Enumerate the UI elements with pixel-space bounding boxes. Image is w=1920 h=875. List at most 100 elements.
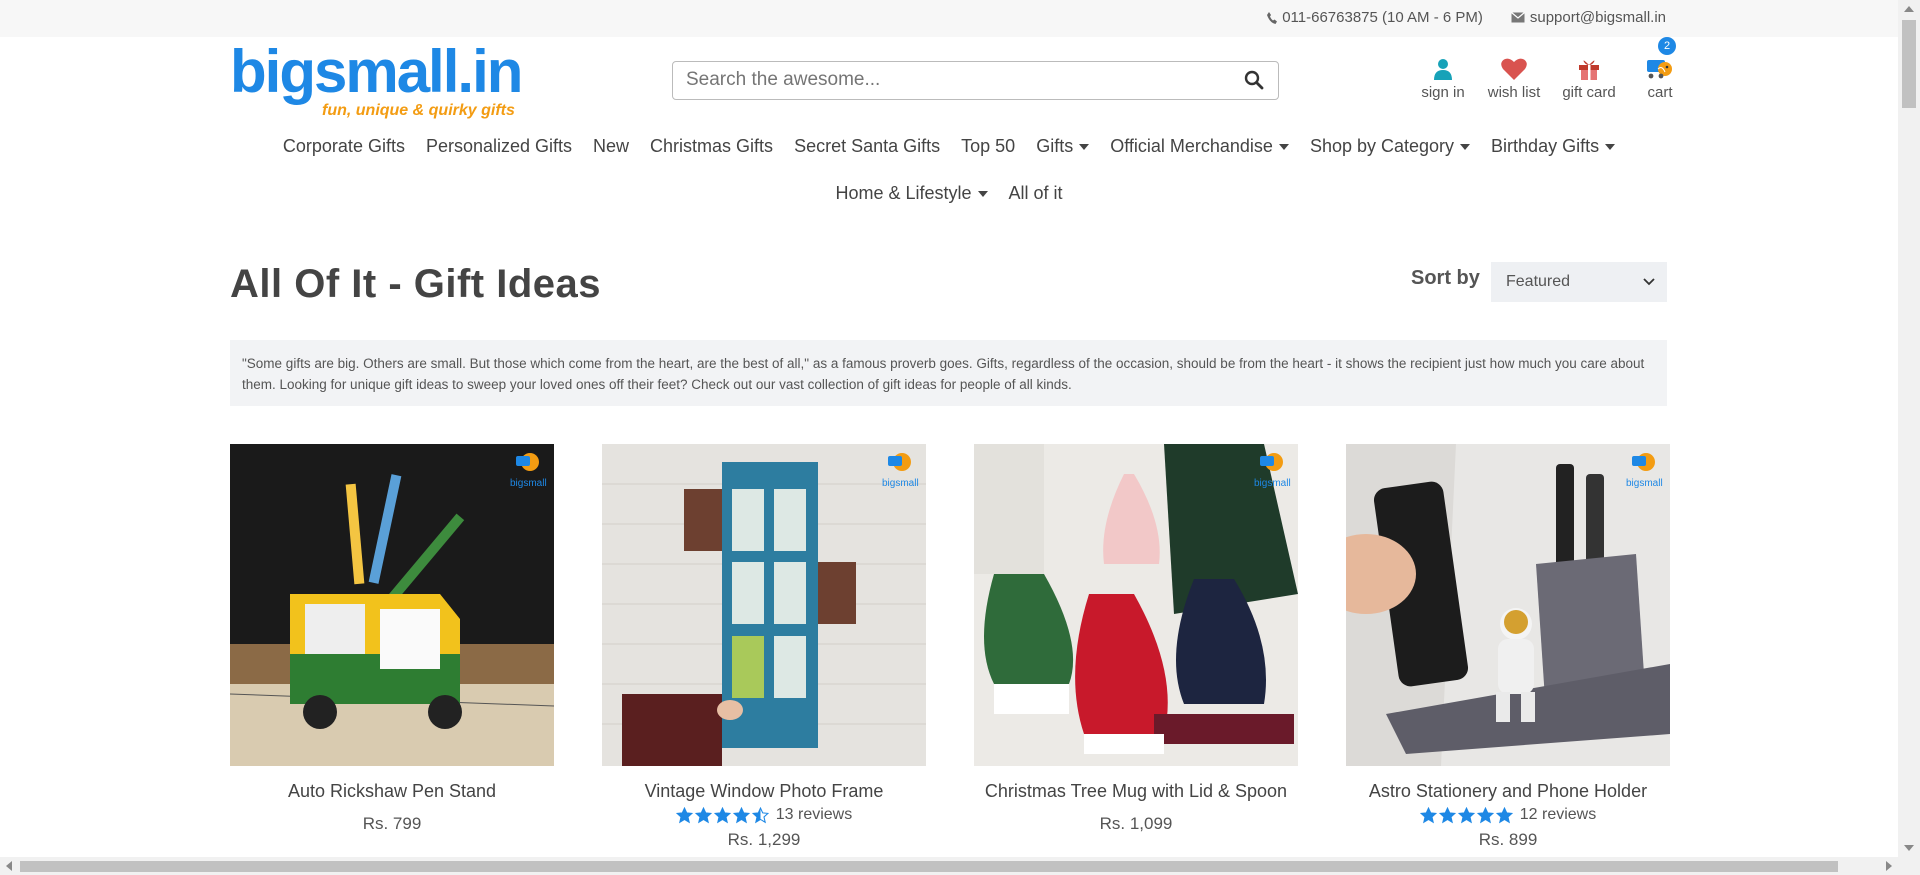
product-card[interactable]: bigsmall Auto Rickshaw Pen Stand Rs. 799 bbox=[230, 444, 554, 850]
search-box bbox=[672, 61, 1279, 100]
review-count: 12 reviews bbox=[1519, 806, 1597, 823]
caret-down-icon bbox=[1460, 143, 1471, 150]
svg-text:bigsmall: bigsmall bbox=[1254, 478, 1291, 489]
contact-info: 011-66763875 (10 AM - 6 PM) support@bigs… bbox=[1267, 9, 1666, 26]
phone-contact[interactable]: 011-66763875 (10 AM - 6 PM) bbox=[1267, 9, 1483, 26]
star-icon bbox=[751, 806, 769, 823]
nav-personalized-gifts[interactable]: Personalized Gifts bbox=[426, 136, 572, 157]
star-icon bbox=[732, 806, 750, 823]
search-icon[interactable] bbox=[1244, 70, 1264, 95]
product-card[interactable]: bigsmall Vintage Window Photo Frame 13 r… bbox=[602, 444, 926, 850]
horizontal-scrollbar[interactable] bbox=[0, 857, 1898, 875]
phone-icon bbox=[1267, 11, 1278, 24]
vertical-scrollbar[interactable] bbox=[1898, 0, 1920, 875]
nav-birthday-gifts-dropdown[interactable]: Birthday Gifts bbox=[1491, 136, 1616, 157]
caret-down-icon bbox=[977, 190, 988, 197]
nav-label: All of it bbox=[1008, 183, 1063, 203]
header-links: sign in wish list gift card 2 cart bbox=[1412, 37, 1688, 101]
nav-official-merchandise-dropdown[interactable]: Official Merchandise bbox=[1110, 136, 1289, 157]
brand-watermark-icon: bigsmall bbox=[510, 453, 547, 489]
review-count: 13 reviews bbox=[775, 806, 853, 823]
gift-card-link[interactable]: gift card bbox=[1554, 50, 1624, 101]
sort-selected-value: Featured bbox=[1506, 273, 1571, 290]
product-name[interactable]: Christmas Tree Mug with Lid & Spoon bbox=[974, 780, 1298, 802]
rating-stars bbox=[1419, 806, 1513, 824]
top-contact-bar: 011-66763875 (10 AM - 6 PM) support@bigs… bbox=[0, 0, 1898, 37]
rating-stars bbox=[675, 806, 769, 824]
nav-new[interactable]: New bbox=[593, 136, 629, 157]
product-rating[interactable]: 13 reviews bbox=[602, 806, 926, 824]
scroll-left-icon[interactable] bbox=[6, 861, 12, 871]
product-name[interactable]: Vintage Window Photo Frame bbox=[602, 780, 926, 802]
scroll-right-icon[interactable] bbox=[1886, 861, 1892, 871]
wish-list-link[interactable]: wish list bbox=[1479, 50, 1549, 101]
mail-icon bbox=[1510, 12, 1525, 23]
nav-home-lifestyle-dropdown[interactable]: Home & Lifestyle bbox=[835, 183, 988, 204]
nav-secret-santa-gifts[interactable]: Secret Santa Gifts bbox=[794, 136, 940, 157]
svg-text:bigsmall.in: bigsmall.in bbox=[230, 42, 521, 105]
product-price: Rs. 799 bbox=[362, 814, 422, 833]
nav-label: Christmas Gifts bbox=[650, 136, 774, 156]
nav-label: Secret Santa Gifts bbox=[794, 136, 941, 156]
sign-in-label: sign in bbox=[1421, 84, 1465, 101]
sort-select[interactable]: Featured bbox=[1491, 262, 1667, 302]
product-price: Rs. 899 bbox=[1478, 830, 1538, 849]
nav-top-50[interactable]: Top 50 bbox=[961, 136, 1015, 157]
search-input[interactable] bbox=[686, 62, 1226, 98]
heart-icon bbox=[1501, 58, 1527, 80]
star-icon bbox=[1476, 806, 1494, 823]
brand-watermark-icon: bigsmall bbox=[1254, 453, 1291, 489]
nav-label: Birthday Gifts bbox=[1491, 136, 1600, 156]
email-address: support@bigsmall.in bbox=[1529, 9, 1666, 26]
nav-label: Top 50 bbox=[961, 136, 1016, 156]
cart-icon bbox=[1647, 60, 1672, 79]
star-icon bbox=[1419, 806, 1437, 823]
nav-all-of-it[interactable]: All of it bbox=[1009, 183, 1063, 204]
main-nav-row-1: Corporate Gifts Personalized Gifts New C… bbox=[0, 136, 1898, 157]
product-card[interactable]: bigsmall Astro Stationery and Phone Hold… bbox=[1346, 444, 1670, 850]
nav-shop-by-category-dropdown[interactable]: Shop by Category bbox=[1309, 136, 1471, 157]
cart-count-badge: 2 bbox=[1658, 37, 1676, 55]
product-image[interactable]: bigsmall bbox=[230, 444, 554, 766]
scroll-up-icon[interactable] bbox=[1904, 6, 1914, 12]
horizontal-scroll-thumb[interactable] bbox=[20, 861, 1838, 872]
collection-description: "Some gifts are big. Others are small. B… bbox=[230, 340, 1667, 406]
site-logo[interactable]: bigsmall.in fun, unique & quirky gifts bbox=[230, 38, 530, 119]
product-image[interactable]: bigsmall bbox=[602, 444, 926, 766]
nav-christmas-gifts[interactable]: Christmas Gifts bbox=[650, 136, 773, 157]
svg-text:bigsmall: bigsmall bbox=[1626, 478, 1663, 489]
product-image[interactable]: bigsmall bbox=[1346, 444, 1670, 766]
nav-label: New bbox=[593, 136, 630, 156]
phone-number: 011-66763875 (10 AM - 6 PM) bbox=[1282, 9, 1483, 26]
cart-link[interactable]: 2 cart bbox=[1632, 37, 1688, 101]
nav-gifts-dropdown[interactable]: Gifts bbox=[1036, 136, 1090, 157]
caret-down-icon bbox=[1278, 143, 1289, 150]
caret-down-icon bbox=[1079, 143, 1090, 150]
email-contact[interactable]: support@bigsmall.in bbox=[1510, 9, 1666, 26]
brand-watermark-icon: bigsmall bbox=[882, 453, 919, 489]
nav-corporate-gifts[interactable]: Corporate Gifts bbox=[283, 136, 405, 157]
logo-wordmark: bigsmall.in fun, unique & quirky gifts bbox=[230, 38, 523, 119]
page-title: All Of It - Gift Ideas bbox=[230, 262, 602, 306]
nav-label: Corporate Gifts bbox=[282, 136, 405, 156]
svg-text:fun, unique & quirky gifts: fun, unique & quirky gifts bbox=[322, 102, 515, 119]
star-icon bbox=[1457, 806, 1475, 823]
product-card[interactable]: bigsmall Christmas Tree Mug with Lid & S… bbox=[974, 444, 1298, 850]
product-name[interactable]: Astro Stationery and Phone Holder bbox=[1346, 780, 1670, 802]
product-rating[interactable]: 12 reviews bbox=[1346, 806, 1670, 824]
gift-card-label: gift card bbox=[1562, 84, 1616, 101]
nav-label: Gifts bbox=[1036, 136, 1074, 156]
star-icon bbox=[694, 806, 712, 823]
chevron-down-icon bbox=[1643, 278, 1655, 286]
nav-label: Home & Lifestyle bbox=[835, 183, 972, 203]
nav-label: Shop by Category bbox=[1309, 136, 1455, 156]
vertical-scroll-thumb[interactable] bbox=[1902, 20, 1916, 108]
product-image[interactable]: bigsmall bbox=[974, 444, 1298, 766]
gift-icon bbox=[1579, 60, 1599, 80]
product-name[interactable]: Auto Rickshaw Pen Stand bbox=[230, 780, 554, 802]
product-price: Rs. 1,299 bbox=[727, 830, 801, 849]
nav-label: Personalized Gifts bbox=[425, 136, 573, 156]
scroll-down-icon[interactable] bbox=[1904, 845, 1914, 851]
sign-in-link[interactable]: sign in bbox=[1412, 50, 1474, 101]
star-icon bbox=[713, 806, 731, 823]
